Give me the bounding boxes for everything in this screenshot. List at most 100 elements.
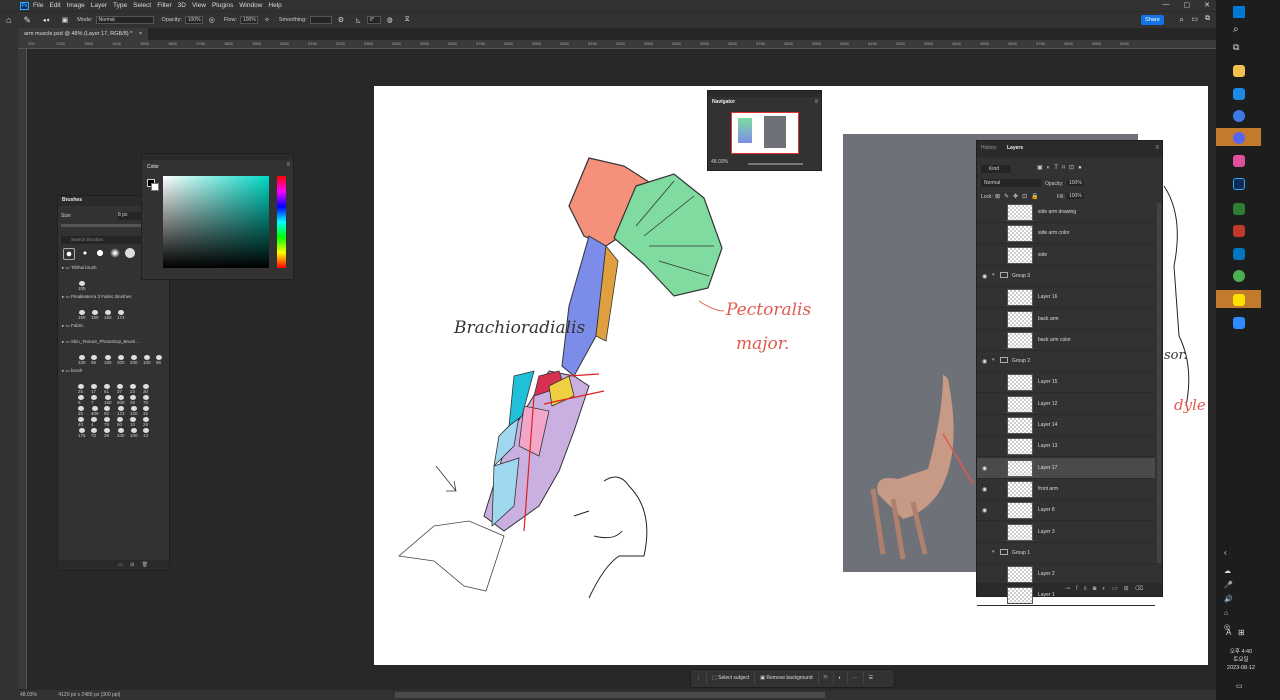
opacity-input[interactable]: 100%	[184, 16, 203, 24]
brush-group[interactable]: ▸ ▭ Skin_Texture_Photoshop_Brush...	[62, 339, 139, 345]
brush-tip[interactable]: 100	[130, 406, 138, 416]
start-icon[interactable]	[1233, 6, 1245, 18]
visibility-eye-icon[interactable]	[982, 550, 988, 555]
layer-row[interactable]: ◉ Layer 17	[977, 457, 1155, 479]
brush-tip[interactable]: 180	[104, 355, 112, 365]
notification-icon[interactable]: ▭	[1236, 682, 1243, 690]
layer-filter-icons[interactable]: ▣◐T⌑⊡●	[1037, 164, 1086, 171]
layer-name[interactable]: Group 3	[1012, 273, 1030, 279]
brush-tip[interactable]: 23	[130, 384, 136, 394]
visibility-eye-icon[interactable]	[982, 294, 988, 299]
visibility-eye-icon[interactable]	[982, 401, 988, 406]
visibility-eye-icon[interactable]: ◉	[982, 273, 988, 280]
airbrush-icon[interactable]: ✧	[264, 16, 270, 24]
chevron-down-icon[interactable]: ▾	[992, 357, 995, 363]
layer-name[interactable]: Layer 14	[1038, 422, 1057, 428]
layer-row[interactable]: Layer 16	[977, 287, 1155, 309]
navigator-zoom-slider[interactable]	[748, 163, 803, 165]
brush-preset-1[interactable]	[63, 248, 75, 260]
minimize-button[interactable]: —	[1163, 1, 1170, 9]
brush-tip[interactable]: 70	[91, 428, 97, 438]
layer-group-row[interactable]: ◉ ▾ Group 2	[977, 351, 1155, 373]
brush-tip[interactable]: 405	[91, 406, 99, 416]
menu-layer[interactable]: Layer	[91, 2, 107, 9]
chevron-left-icon[interactable]: ‹	[1224, 548, 1227, 557]
layer-name[interactable]: Layer 12	[1038, 401, 1057, 407]
layer-group-row[interactable]: ◉ ▾ Group 3	[977, 266, 1155, 287]
maximize-button[interactable]: ▢	[1184, 1, 1191, 9]
flow-input[interactable]: 100%	[239, 16, 258, 24]
settings-icon[interactable]: ☰	[864, 672, 878, 685]
more-icon[interactable]: ⋯	[848, 672, 864, 685]
layers-panel-menu-icon[interactable]: ≡	[1155, 145, 1159, 151]
brush-tip[interactable]: 150	[104, 310, 112, 320]
close-tab-icon[interactable]: ×	[139, 31, 142, 37]
brush-tip[interactable]: 340	[117, 428, 125, 438]
layer-row[interactable]: Layer 15	[977, 372, 1155, 394]
brush-preset-5[interactable]	[125, 248, 135, 258]
visibility-eye-icon[interactable]	[982, 592, 988, 597]
layer-name[interactable]: Layer 15	[1038, 379, 1057, 385]
layer-group-row[interactable]: ▾ Group 1	[977, 543, 1155, 564]
layer-name[interactable]: Layer 8	[1038, 507, 1055, 513]
brush-tip[interactable]: 150	[104, 395, 112, 405]
brush-tip[interactable]: 200	[130, 355, 138, 365]
brush-preset-3[interactable]	[95, 248, 105, 258]
delete-brush-icon[interactable]: 🗑	[142, 562, 148, 568]
brush-tip[interactable]: 150	[91, 310, 99, 320]
layer-name[interactable]: Layer 2	[1038, 571, 1055, 577]
app-pink-icon[interactable]	[1233, 155, 1245, 167]
background-swatch[interactable]	[151, 183, 159, 191]
visibility-eye-icon[interactable]	[982, 252, 988, 257]
layer-row[interactable]: ◉ front arm	[977, 479, 1155, 500]
horizontal-scrollbar[interactable]	[395, 692, 825, 698]
layer-row[interactable]: back arm	[977, 309, 1155, 330]
layer-name[interactable]: Layer 1	[1038, 592, 1055, 598]
search-icon[interactable]: ⌕	[1180, 15, 1184, 25]
menu-type[interactable]: Type	[113, 2, 127, 9]
hue-slider[interactable]	[277, 176, 286, 268]
layer-name[interactable]: Layer 17	[1038, 465, 1057, 471]
visibility-eye-icon[interactable]: ◉	[982, 358, 988, 365]
app-red-icon[interactable]	[1233, 225, 1245, 237]
brush-settings-icon[interactable]: ▣	[62, 16, 69, 24]
chevron-down-icon[interactable]: ▾	[992, 549, 995, 555]
navigator-menu-icon[interactable]: ≡	[814, 99, 818, 105]
brush-tip[interactable]: 25	[78, 384, 84, 394]
visibility-eye-icon[interactable]: ◉	[982, 486, 988, 493]
navigator-preview[interactable]	[731, 112, 799, 154]
menu-edit[interactable]: Edit	[49, 2, 60, 9]
layers-scrollbar[interactable]	[1157, 203, 1161, 563]
brush-tip[interactable]: 50	[117, 417, 123, 427]
brush-tip[interactable]: 500	[117, 395, 125, 405]
brush-tip[interactable]: 29	[143, 417, 149, 427]
brush-tip[interactable]: 100	[143, 355, 151, 365]
drag-handle[interactable]: ⋮	[691, 672, 707, 685]
brush-tip[interactable]: 61	[104, 384, 110, 394]
layer-row[interactable]: Layer 1	[977, 585, 1155, 607]
layer-name[interactable]: side arm drawing	[1038, 209, 1076, 215]
status-zoom[interactable]: 48.03%	[20, 692, 37, 698]
brush-preset-icon[interactable]: ●▾	[43, 17, 50, 24]
discord-icon[interactable]	[1233, 132, 1245, 144]
brush-tip[interactable]: 37	[117, 384, 123, 394]
brush-tip[interactable]: 4	[91, 417, 97, 427]
layer-name[interactable]: Layer 16	[1038, 294, 1057, 300]
visibility-eye-icon[interactable]	[982, 571, 988, 576]
brush-tip[interactable]: 10	[130, 417, 136, 427]
layer-name[interactable]: side	[1038, 252, 1047, 258]
brush-tip[interactable]: 78	[104, 417, 110, 427]
menu-help[interactable]: Help	[268, 2, 281, 9]
brush-tip[interactable]: 75	[143, 395, 149, 405]
clock[interactable]: 오후 4:40 토요일 2023-08-12	[1224, 648, 1258, 672]
layer-row[interactable]: Layer 2	[977, 564, 1155, 586]
brush-tip[interactable]: 7	[91, 395, 97, 405]
smoothing-input[interactable]	[309, 16, 332, 24]
kind-filter[interactable]: Kind	[981, 165, 1011, 173]
arrange-icon[interactable]: ⧉	[1205, 15, 1210, 23]
layer-name[interactable]: Layer 13	[1038, 443, 1057, 449]
brush-tip[interactable]: 13	[143, 428, 149, 438]
brush-tip[interactable]: 25	[78, 406, 84, 416]
close-button[interactable]: ✕	[1204, 1, 1210, 9]
brush-tip[interactable]: 200	[117, 355, 125, 365]
